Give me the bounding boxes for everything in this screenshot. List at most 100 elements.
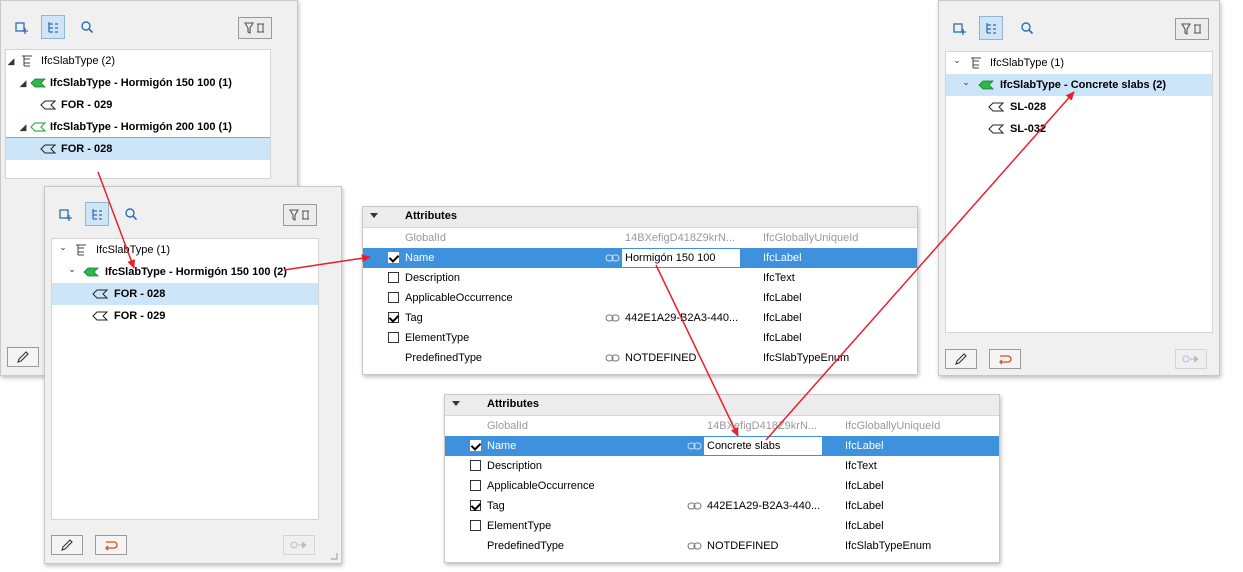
description-checkbox[interactable] — [470, 460, 481, 471]
applicable-occurrence-checkbox[interactable] — [388, 292, 399, 303]
name-value-input[interactable]: Hormigón 150 100 — [622, 249, 740, 267]
filter-button[interactable] — [283, 204, 317, 226]
tree-view-button[interactable] — [85, 202, 109, 226]
attribute-name: ApplicableOccurrence — [487, 480, 595, 492]
edit-button[interactable] — [51, 535, 83, 555]
attribute-name: Description — [405, 272, 461, 284]
tag-checkbox[interactable] — [388, 312, 399, 323]
tree-view-button[interactable] — [41, 15, 65, 39]
attribute-row-description[interactable]: Description IfcText — [363, 268, 917, 288]
tree-view-button[interactable] — [979, 16, 1003, 40]
collapse-twisty-icon[interactable]: ◢ — [18, 116, 28, 138]
description-checkbox[interactable] — [388, 272, 399, 283]
type-tree-icon — [971, 57, 981, 69]
attribute-type: IfcSlabTypeEnum — [845, 540, 932, 552]
tree-row-element-selected[interactable]: FOR - 028 — [52, 283, 318, 305]
assign-icon — [1182, 355, 1199, 363]
name-checkbox[interactable] — [470, 440, 481, 451]
attribute-row-element-type[interactable]: ElementType IfcLabel — [363, 328, 917, 348]
search-button[interactable] — [1015, 16, 1039, 40]
navigator-bottom-bar — [45, 529, 341, 563]
attributes-header[interactable]: Attributes — [363, 207, 917, 228]
tree-row-root[interactable]: ⌄ IfcSlabType (1) — [52, 239, 318, 261]
collapse-twisty-icon[interactable]: ◢ — [6, 50, 16, 72]
attribute-name: Name — [405, 252, 435, 264]
attribute-row-description[interactable]: Description IfcText — [445, 456, 999, 476]
add-element-button[interactable] — [54, 202, 78, 226]
tree-item-label: IfcSlabType - Hormigón 150 100 (1) — [50, 77, 232, 89]
tree-row-slab-type[interactable]: ⌄ IfcSlabType - Hormigón 150 100 (2) — [52, 261, 318, 283]
attribute-row-tag[interactable]: Tag 442E1A29-B2A3-440... IfcLabel — [445, 496, 999, 516]
assign-icon — [290, 541, 307, 549]
slab-icon — [40, 144, 56, 154]
name-value-input[interactable]: Concrete slabs — [704, 437, 822, 455]
tree-row-element[interactable]: SL-032 — [946, 118, 1212, 140]
navigator-toolbar — [939, 1, 1219, 40]
edit-button[interactable] — [7, 347, 39, 367]
tree-row-slab-type[interactable]: ◢ IfcSlabType - Hormigón 200 100 (1) — [6, 116, 270, 138]
name-checkbox[interactable] — [388, 252, 399, 263]
filter-button[interactable] — [1175, 18, 1209, 40]
attribute-value: 442E1A29-B2A3-440... — [707, 500, 821, 512]
attribute-row-predefined-type[interactable]: PredefinedType NOTDEFINED IfcSlabTypeEnu… — [363, 348, 917, 368]
undo-button[interactable] — [989, 349, 1021, 369]
assign-button[interactable] — [1175, 349, 1207, 369]
tree-view-icon — [92, 209, 102, 220]
tree-item-label: FOR - 029 — [114, 310, 166, 322]
attribute-row-tag[interactable]: Tag 442E1A29-B2A3-440... IfcLabel — [363, 308, 917, 328]
element-type-checkbox[interactable] — [388, 332, 399, 343]
tree-row-root[interactable]: ⌄ IfcSlabType (1) — [946, 52, 1212, 74]
search-button[interactable] — [75, 15, 99, 39]
attribute-row-applicable-occurrence[interactable]: ApplicableOccurrence IfcLabel — [445, 476, 999, 496]
collapse-triangle-icon[interactable] — [370, 213, 378, 218]
tree-row-slab-type-selected[interactable]: ⌄ IfcSlabType - Concrete slabs (2) — [946, 74, 1212, 96]
tag-checkbox[interactable] — [470, 500, 481, 511]
tree-row-element[interactable]: SL-028 — [946, 96, 1212, 118]
tree-row-element-selected[interactable]: FOR - 028 — [6, 137, 270, 160]
expand-chevron-icon[interactable]: ⌄ — [58, 236, 68, 258]
attribute-name: Tag — [405, 312, 423, 324]
tree-view-icon — [48, 22, 58, 33]
slab-icon — [92, 311, 108, 321]
expand-chevron-icon[interactable]: ⌄ — [952, 49, 962, 71]
undo-button[interactable] — [95, 535, 127, 555]
tree-row-element[interactable]: FOR - 029 — [52, 305, 318, 327]
assign-button[interactable] — [283, 535, 315, 555]
tree-row-root[interactable]: ◢ IfcSlabType (2) — [6, 50, 270, 72]
element-type-checkbox[interactable] — [470, 520, 481, 531]
add-element-icon — [15, 22, 28, 34]
add-element-button[interactable] — [948, 16, 972, 40]
add-element-icon — [59, 209, 72, 221]
attribute-type: IfcGloballyUniqueId — [763, 232, 859, 244]
link-icon — [605, 314, 620, 322]
collapse-triangle-icon[interactable] — [452, 401, 460, 406]
slab-type-icon — [978, 80, 994, 90]
tree-view-icon — [986, 23, 996, 34]
attribute-row-name[interactable]: Name Concrete slabs IfcLabel — [445, 436, 999, 456]
expand-chevron-icon[interactable]: ⌄ — [67, 258, 77, 280]
resize-grip-icon[interactable] — [330, 552, 338, 560]
collapse-twisty-icon[interactable]: ◢ — [18, 72, 28, 94]
attributes-header[interactable]: Attributes — [445, 395, 999, 416]
attribute-name: PredefinedType — [487, 540, 565, 552]
edit-button[interactable] — [945, 349, 977, 369]
applicable-occurrence-checkbox[interactable] — [470, 480, 481, 491]
attribute-row-predefined-type[interactable]: PredefinedType NOTDEFINED IfcSlabTypeEnu… — [445, 536, 999, 556]
tree-row-slab-type[interactable]: ◢ IfcSlabType - Hormigón 150 100 (1) — [6, 72, 270, 94]
attribute-type: IfcLabel — [763, 332, 802, 344]
attribute-type: IfcLabel — [763, 312, 802, 324]
attributes-panel-after: Attributes GlobalId 14BXefigD418Z9krN...… — [444, 394, 1000, 563]
tree-row-element[interactable]: FOR - 029 — [6, 94, 270, 116]
navigator-toolbar — [1, 1, 297, 39]
search-button[interactable] — [119, 202, 143, 226]
filter-button[interactable] — [238, 17, 272, 39]
attribute-row-applicable-occurrence[interactable]: ApplicableOccurrence IfcLabel — [363, 288, 917, 308]
add-element-button[interactable] — [10, 15, 34, 39]
attribute-row-globalid[interactable]: GlobalId 14BXefigD418Z9krN... IfcGloball… — [363, 228, 917, 248]
attribute-row-element-type[interactable]: ElementType IfcLabel — [445, 516, 999, 536]
attribute-row-globalid[interactable]: GlobalId 14BXefigD418Z9krN... IfcGloball… — [445, 416, 999, 436]
tree-item-label: IfcSlabType (1) — [96, 244, 170, 256]
attribute-row-name[interactable]: Name Hormigón 150 100 IfcLabel — [363, 248, 917, 268]
expand-chevron-icon[interactable]: ⌄ — [961, 71, 971, 93]
attribute-value: 14BXefigD418Z9krN... — [707, 420, 818, 432]
